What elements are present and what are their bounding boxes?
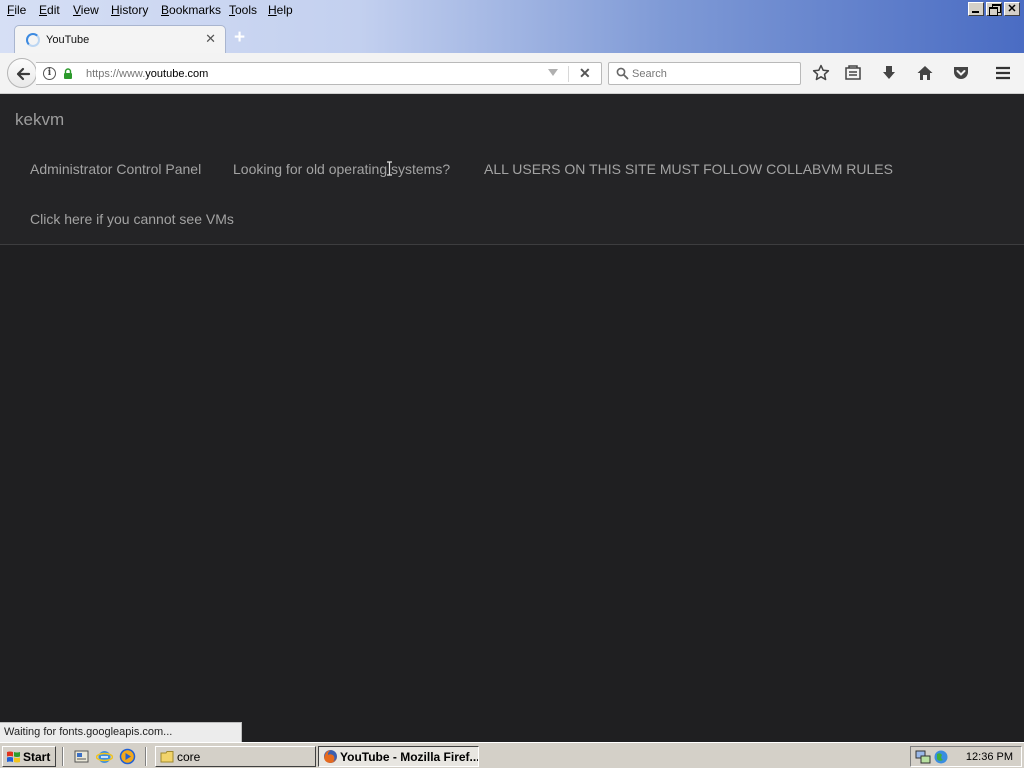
tab-strip: YouTube ✕ + bbox=[0, 24, 1024, 53]
url-domain: youtube.com bbox=[145, 68, 209, 80]
menu-bar: File Edit View History Bookmarks Tools H… bbox=[0, 0, 1024, 20]
nav-link-cannot-see-vms[interactable]: Click here if you cannot see VMs bbox=[30, 211, 234, 227]
task-button-core[interactable]: core bbox=[155, 746, 316, 767]
start-label: Start bbox=[23, 750, 51, 764]
navigation-toolbar: i https://www.youtube.com ✕ bbox=[0, 53, 1024, 94]
menu-help[interactable]: Help bbox=[268, 3, 293, 17]
nav-link-old-os[interactable]: Looking for old operating systems? bbox=[233, 161, 450, 177]
tab-youtube[interactable]: YouTube ✕ bbox=[14, 25, 226, 53]
stop-icon[interactable]: ✕ bbox=[579, 65, 591, 82]
taskbar: Start core YouTube - Mozilla Firef... 12… bbox=[0, 742, 1024, 768]
url-text[interactable]: https://www.youtube.com bbox=[86, 68, 208, 80]
bookmarks-menu-icon[interactable] bbox=[844, 64, 862, 82]
search-icon bbox=[616, 67, 629, 80]
network-icon[interactable] bbox=[915, 749, 931, 765]
search-input[interactable] bbox=[632, 66, 792, 81]
task-label: YouTube - Mozilla Firef... bbox=[340, 750, 479, 764]
menu-view[interactable]: View bbox=[73, 3, 99, 17]
site-navbar: kekvm Administrator Control Panel Lookin… bbox=[0, 94, 1024, 245]
window-close-button[interactable]: ✕ bbox=[1004, 2, 1020, 16]
tab-close-icon[interactable]: ✕ bbox=[205, 31, 216, 47]
taskbar-separator bbox=[62, 747, 64, 766]
media-player-icon[interactable] bbox=[119, 748, 136, 765]
menu-file[interactable]: File bbox=[7, 3, 26, 17]
web-page: kekvm Administrator Control Panel Lookin… bbox=[0, 94, 1024, 722]
menu-edit[interactable]: Edit bbox=[39, 3, 60, 17]
status-text: Waiting for fonts.googleapis.com... bbox=[4, 726, 173, 738]
menu-bookmarks[interactable]: Bookmarks bbox=[161, 3, 221, 17]
bookmark-star-icon[interactable] bbox=[812, 64, 830, 82]
nav-link-rules[interactable]: ALL USERS ON THIS SITE MUST FOLLOW COLLA… bbox=[484, 161, 893, 177]
info-icon[interactable]: i bbox=[43, 67, 56, 80]
menu-history[interactable]: History bbox=[111, 3, 148, 17]
nav-link-admin-panel[interactable]: Administrator Control Panel bbox=[30, 161, 201, 177]
windows-logo-icon bbox=[7, 751, 20, 763]
back-button[interactable] bbox=[7, 58, 37, 88]
browser-chrome: File Edit View History Bookmarks Tools H… bbox=[0, 0, 1024, 94]
loading-spinner-icon bbox=[26, 33, 40, 47]
show-desktop-icon[interactable] bbox=[73, 748, 90, 765]
clock: 12:36 PM bbox=[965, 751, 1013, 763]
back-arrow-icon bbox=[16, 67, 31, 81]
home-icon[interactable] bbox=[916, 64, 934, 82]
site-brand[interactable]: kekvm bbox=[15, 110, 64, 130]
url-divider bbox=[568, 66, 569, 82]
url-dropdown-icon[interactable] bbox=[548, 69, 558, 76]
url-bar[interactable]: i https://www.youtube.com ✕ bbox=[36, 62, 602, 85]
internet-explorer-icon[interactable] bbox=[96, 748, 113, 765]
task-button-firefox[interactable]: YouTube - Mozilla Firef... bbox=[318, 746, 479, 767]
new-tab-button[interactable]: + bbox=[234, 28, 245, 48]
download-icon[interactable] bbox=[880, 64, 898, 82]
tab-title: YouTube bbox=[46, 34, 90, 46]
minimize-button[interactable] bbox=[968, 2, 984, 16]
text-cursor-icon bbox=[387, 161, 392, 176]
restore-button[interactable] bbox=[986, 2, 1002, 16]
hamburger-menu-icon[interactable] bbox=[994, 64, 1012, 82]
firefox-icon bbox=[324, 750, 337, 763]
folder-icon bbox=[160, 751, 174, 763]
pocket-icon[interactable] bbox=[952, 64, 970, 82]
task-label: core bbox=[177, 750, 201, 764]
taskbar-separator bbox=[145, 747, 147, 766]
globe-icon[interactable] bbox=[933, 749, 949, 765]
menu-tools[interactable]: Tools bbox=[229, 3, 257, 17]
start-button[interactable]: Start bbox=[2, 746, 56, 767]
search-bar[interactable] bbox=[608, 62, 801, 85]
system-tray: 12:36 PM bbox=[910, 746, 1022, 767]
status-panel: Waiting for fonts.googleapis.com... bbox=[0, 722, 242, 742]
url-prefix: https://www. bbox=[86, 68, 146, 80]
window-controls: ✕ bbox=[968, 2, 1020, 16]
lock-icon[interactable] bbox=[63, 68, 73, 79]
